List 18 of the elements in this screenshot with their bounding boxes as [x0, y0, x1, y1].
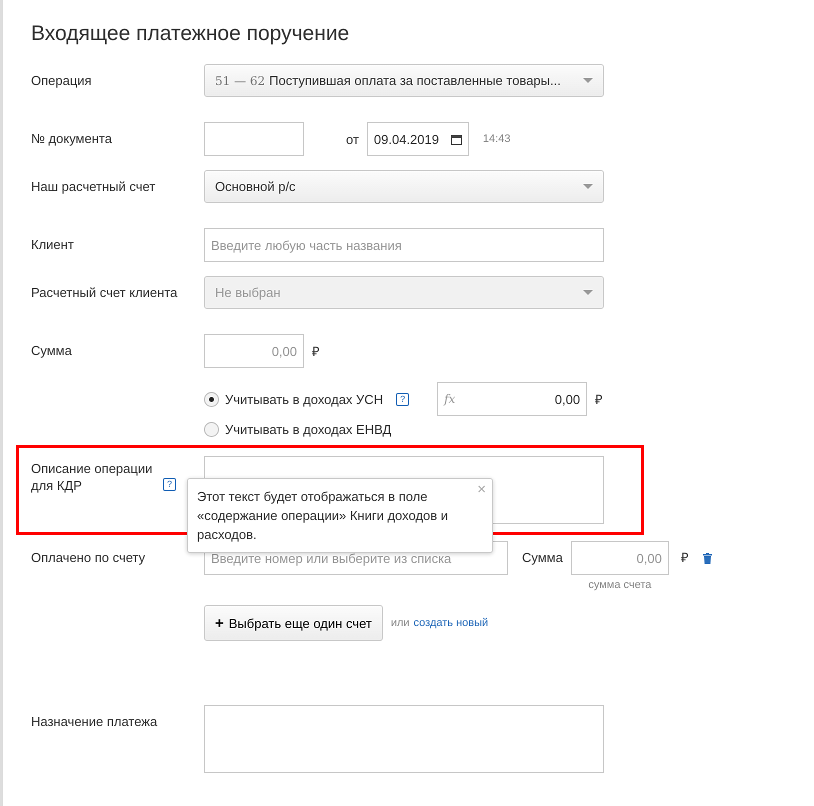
page-title: Входящее платежное поручение	[31, 22, 350, 46]
field-label: Клиент	[31, 236, 75, 253]
field-label: Сумма	[522, 549, 563, 567]
field-label: Наш расчетный счет	[31, 178, 156, 195]
date-prefix: от	[346, 132, 359, 146]
field-label: Назначение платежа	[31, 713, 158, 730]
field-label: Описание операции для КДР	[31, 460, 154, 494]
field-label: Расчетный счет клиента	[31, 284, 178, 301]
field-label: Оплачено по счету	[31, 549, 146, 566]
field-label: № документа	[31, 130, 113, 147]
field-label: Операция	[31, 72, 93, 89]
time-text: 14:43	[482, 133, 510, 145]
currency-sign: ₽	[680, 549, 689, 567]
or-text: или	[390, 617, 410, 629]
currency-sign: ₽	[312, 343, 320, 360]
currency-sign: ₽	[595, 391, 604, 408]
hint-text: сумма счета	[588, 579, 652, 591]
field-label: Сумма	[31, 342, 73, 359]
